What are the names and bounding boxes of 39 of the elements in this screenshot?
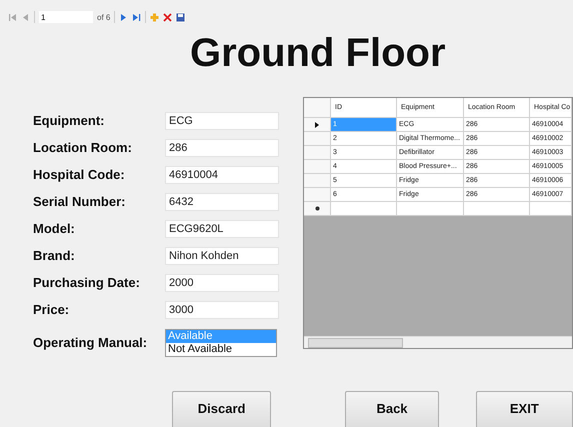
field-label: Brand:	[33, 248, 76, 263]
first-icon[interactable]	[8, 12, 17, 22]
input-field[interactable]: Nihon Kohden	[165, 246, 279, 264]
field-label: Price:	[33, 302, 70, 317]
current-row-icon	[315, 122, 319, 128]
action-button[interactable]: EXIT	[476, 391, 573, 427]
action-button[interactable]: Back	[345, 391, 439, 427]
new-row-cell[interactable]	[530, 202, 572, 216]
field-label: Location Room:	[33, 140, 133, 155]
horizontal-scrollbar[interactable]	[304, 336, 572, 348]
page-title: Ground Floor	[190, 33, 447, 73]
input-field[interactable]: 2000	[165, 274, 279, 292]
field-label: Serial Number:	[33, 194, 126, 209]
input-field[interactable]: 46910004	[165, 166, 279, 184]
input-field[interactable]: 3000	[165, 300, 279, 318]
delete-icon[interactable]	[163, 12, 172, 22]
input-field[interactable]: 286	[165, 138, 279, 156]
field-label: Purchasing Date:	[33, 275, 141, 290]
position-field[interactable]: 1	[39, 11, 93, 23]
field-label: Model:	[33, 221, 76, 236]
manual-listbox[interactable]: Available Not Available	[165, 329, 277, 357]
new-row-cell[interactable]	[331, 202, 397, 216]
last-icon[interactable]	[132, 12, 142, 22]
add-icon[interactable]	[150, 12, 160, 22]
input-field[interactable]: ECG	[165, 112, 279, 130]
input-field[interactable]: ECG9620L	[165, 220, 279, 238]
next-icon[interactable]	[119, 12, 128, 22]
previous-icon[interactable]	[21, 12, 30, 22]
row-header[interactable]	[304, 118, 331, 132]
field-label: Equipment:	[33, 113, 106, 128]
new-row-cell[interactable]	[464, 202, 530, 216]
record-count: of 6	[97, 12, 110, 22]
new-row-cell[interactable]	[397, 202, 464, 216]
save-icon[interactable]	[176, 12, 186, 22]
input-field[interactable]: 6432	[165, 192, 279, 210]
field-label: Hospital Code:	[33, 167, 126, 182]
new-row-icon	[314, 206, 320, 211]
action-button[interactable]: Discard	[172, 391, 272, 427]
field-label: Operating Manual:	[33, 335, 148, 350]
